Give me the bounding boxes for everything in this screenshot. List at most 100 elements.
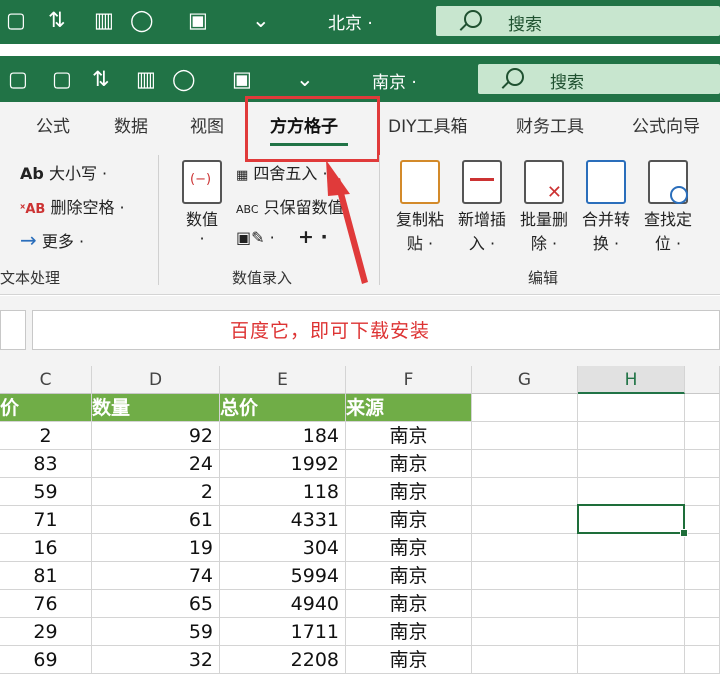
tab-formulas[interactable]: 公式 <box>36 112 70 137</box>
customize-qa-icon[interactable]: ⌄ <box>296 69 314 90</box>
empty-cell[interactable] <box>685 534 720 562</box>
table-cell[interactable]: 4331 <box>220 506 346 534</box>
chart-icon[interactable]: ▥ <box>136 69 156 90</box>
tab-diy-toolbox[interactable]: DIY工具箱 <box>388 112 468 137</box>
table-cell[interactable]: 76 <box>0 590 92 618</box>
case-button[interactable]: Ab 大小写 · <box>20 160 107 184</box>
table-cell[interactable]: 南京 <box>346 506 472 534</box>
table-cell[interactable]: 59 <box>0 478 92 506</box>
empty-cell[interactable] <box>472 562 578 590</box>
table-cell[interactable]: 304 <box>220 534 346 562</box>
table-cell[interactable]: 4940 <box>220 590 346 618</box>
header-cell[interactable]: 总价 <box>220 394 346 422</box>
search-box[interactable]: 搜索 <box>436 6 720 36</box>
empty-cell[interactable] <box>578 422 685 450</box>
tab-view[interactable]: 视图 <box>190 112 224 137</box>
chart-icon[interactable]: ▥ <box>94 10 114 31</box>
table-cell[interactable]: 南京 <box>346 618 472 646</box>
table-cell[interactable]: 南京 <box>346 562 472 590</box>
empty-cell[interactable] <box>472 618 578 646</box>
table-cell[interactable]: 2 <box>92 478 220 506</box>
copy-paste-button[interactable]: 复制粘 贴 · <box>394 160 446 256</box>
empty-cell[interactable] <box>685 590 720 618</box>
table-cell[interactable]: 81 <box>0 562 92 590</box>
textbox-icon[interactable]: ▣ <box>232 69 252 90</box>
table-cell[interactable]: 118 <box>220 478 346 506</box>
table-cell[interactable]: 南京 <box>346 478 472 506</box>
name-box[interactable] <box>0 310 26 350</box>
shapes-icon[interactable]: ◯ <box>172 69 196 90</box>
empty-cell[interactable] <box>472 394 578 422</box>
empty-cell[interactable] <box>578 478 685 506</box>
merge-convert-button[interactable]: 合并转 换 · <box>580 160 632 256</box>
table-cell[interactable]: 19 <box>92 534 220 562</box>
table-cell[interactable]: 29 <box>0 618 92 646</box>
batch-delete-button[interactable]: ✕ 批量删 除 · <box>518 160 570 256</box>
column-header-d[interactable]: D <box>92 366 220 394</box>
table-cell[interactable]: 71 <box>0 506 92 534</box>
empty-cell[interactable] <box>472 422 578 450</box>
table-cell[interactable]: 92 <box>92 422 220 450</box>
empty-cell[interactable] <box>685 646 720 674</box>
shapes-icon[interactable]: ◯ <box>130 10 154 31</box>
keep-values-button[interactable]: ABC 只保留数值 <box>236 194 344 218</box>
selected-cell[interactable] <box>577 504 688 537</box>
tab-finance-tools[interactable]: 财务工具 <box>516 112 584 137</box>
sort-icon[interactable]: ⇅ <box>92 69 110 90</box>
table-cell[interactable]: 83 <box>0 450 92 478</box>
empty-cell[interactable] <box>685 562 720 590</box>
table-cell[interactable]: 南京 <box>346 590 472 618</box>
edit-number-button[interactable]: ▣✎ · <box>236 228 275 247</box>
search-box[interactable]: 搜索 <box>478 64 720 94</box>
new-file-icon[interactable]: ▢ <box>52 69 72 90</box>
empty-cell[interactable] <box>578 590 685 618</box>
empty-cell[interactable] <box>578 646 685 674</box>
column-header-e[interactable]: E <box>220 366 346 394</box>
table-cell[interactable]: 69 <box>0 646 92 674</box>
empty-cell[interactable] <box>685 422 720 450</box>
table-cell[interactable]: 32 <box>92 646 220 674</box>
empty-cell[interactable] <box>685 618 720 646</box>
textbox-icon[interactable]: ▣ <box>188 10 208 31</box>
column-header-f[interactable]: F <box>346 366 472 394</box>
insert-new-button[interactable]: 新增插 入 · <box>456 160 508 256</box>
table-cell[interactable]: 61 <box>92 506 220 534</box>
table-cell[interactable]: 南京 <box>346 450 472 478</box>
empty-cell[interactable] <box>578 450 685 478</box>
empty-cell[interactable] <box>685 478 720 506</box>
table-cell[interactable]: 65 <box>92 590 220 618</box>
remove-spaces-button[interactable]: ˣAB 删除空格 · <box>20 194 125 218</box>
find-locate-button[interactable]: 查找定 位 · <box>642 160 694 256</box>
sort-icon[interactable]: ⇅ <box>48 10 66 31</box>
column-header-next[interactable] <box>685 366 720 394</box>
table-cell[interactable]: 24 <box>92 450 220 478</box>
empty-cell[interactable] <box>472 450 578 478</box>
table-cell[interactable]: 2208 <box>220 646 346 674</box>
table-cell[interactable]: 南京 <box>346 534 472 562</box>
header-cell[interactable]: 价 <box>0 394 92 422</box>
empty-cell[interactable] <box>472 590 578 618</box>
customize-qa-icon[interactable]: ⌄ <box>252 10 270 31</box>
table-cell[interactable]: 南京 <box>346 646 472 674</box>
empty-cell[interactable] <box>685 506 720 534</box>
empty-cell[interactable] <box>578 618 685 646</box>
table-cell[interactable]: 南京 <box>346 422 472 450</box>
column-header-h[interactable]: H <box>578 366 685 394</box>
empty-cell[interactable] <box>578 394 685 422</box>
column-header-g[interactable]: G <box>472 366 578 394</box>
table-cell[interactable]: 74 <box>92 562 220 590</box>
column-header-c[interactable]: C <box>0 366 92 394</box>
table-cell[interactable]: 184 <box>220 422 346 450</box>
table-cell[interactable]: 1992 <box>220 450 346 478</box>
table-cell[interactable]: 59 <box>92 618 220 646</box>
empty-cell[interactable] <box>472 506 578 534</box>
table-cell[interactable]: 16 <box>0 534 92 562</box>
table-cell[interactable]: 5994 <box>220 562 346 590</box>
file-icon[interactable]: ▢ <box>8 69 28 90</box>
empty-cell[interactable] <box>472 478 578 506</box>
number-button[interactable]: (−) 数值 · <box>176 160 228 247</box>
city-dropdown[interactable]: 南京 · <box>372 68 417 93</box>
more-button[interactable]: → 更多 · <box>20 228 84 252</box>
empty-cell[interactable] <box>472 534 578 562</box>
file-icon[interactable]: ▢ <box>6 10 26 31</box>
